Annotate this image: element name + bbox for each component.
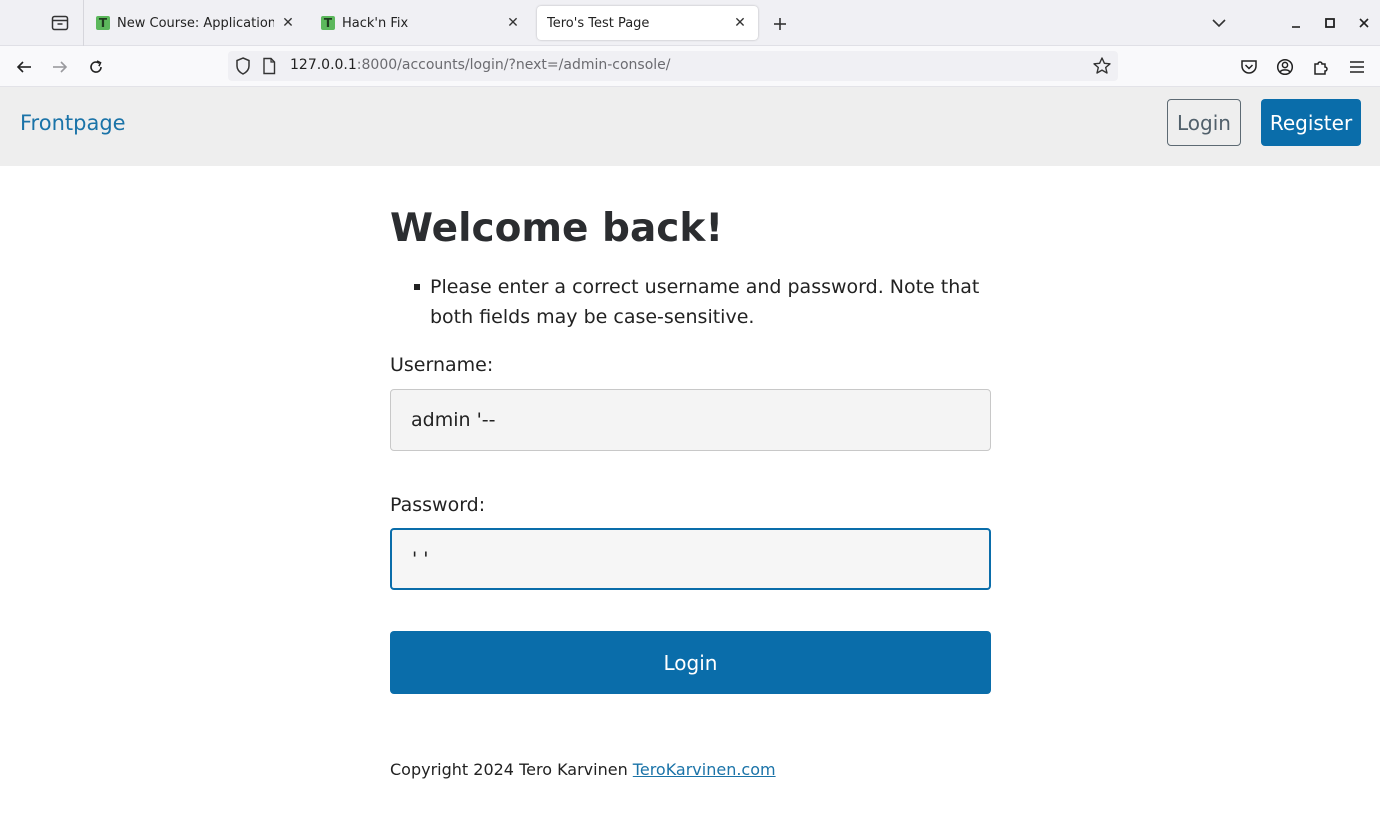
tab-title: New Course: Application H [117,15,274,31]
username-input[interactable]: admin '-- [390,389,991,451]
close-tab-icon[interactable]: ✕ [280,15,296,31]
header-register-button[interactable]: Register [1261,99,1361,146]
frontpage-link[interactable]: Frontpage [20,111,126,135]
copyright-text: Copyright 2024 Tero Karvinen [390,760,628,779]
page-title: Welcome back! [390,206,724,251]
reload-icon[interactable] [83,54,109,80]
shield-icon[interactable] [234,56,252,80]
password-input[interactable]: ' ' [390,528,991,590]
tab-list-icon[interactable] [44,10,76,36]
account-icon[interactable] [1272,54,1298,80]
url-text[interactable]: 127.0.0.1:8000/accounts/login/?next=/adm… [290,57,671,73]
close-icon[interactable] [1353,12,1375,34]
maximize-icon[interactable] [1319,12,1341,34]
plus-icon[interactable] [766,10,794,38]
tab-hackn-fix[interactable]: T Hack'n Fix ✕ [311,6,531,40]
tab-separator [83,0,84,46]
tab-favicon-icon: T [96,16,110,30]
tab-new-course[interactable]: T New Course: Application H ✕ [86,6,306,40]
minimize-icon[interactable] [1285,12,1307,34]
close-tab-icon[interactable]: ✕ [505,15,521,31]
header-login-button[interactable]: Login [1167,99,1241,146]
username-label: Username: [390,354,494,376]
error-list: Please enter a correct username and pass… [414,272,990,332]
close-tab-icon[interactable]: ✕ [732,15,748,31]
back-arrow-icon[interactable] [11,54,37,80]
page-icon[interactable] [262,57,276,79]
pocket-icon[interactable] [1236,54,1262,80]
error-message: Please enter a correct username and pass… [430,276,980,328]
login-submit-button[interactable]: Login [390,631,991,694]
address-bar[interactable]: 127.0.0.1:8000/accounts/login/?next=/adm… [228,51,1118,81]
tab-teros-test-page[interactable]: Tero's Test Page ✕ [537,6,758,40]
url-host: 127.0.0.1 [290,57,357,73]
username-value: admin '-- [411,409,496,431]
terokarvinen-link[interactable]: TeroKarvinen.com [633,760,776,779]
tab-favicon-icon: T [321,16,335,30]
bullet-icon [414,284,420,290]
url-path: :8000/accounts/login/?next=/admin-consol… [356,57,671,73]
site-header: Frontpage Login Register [0,87,1380,166]
forward-arrow-icon[interactable] [47,54,73,80]
browser-nav-bar: 127.0.0.1:8000/accounts/login/?next=/adm… [0,46,1380,87]
browser-tab-bar: T New Course: Application H ✕ T Hack'n F… [0,0,1380,46]
hamburger-menu-icon[interactable] [1344,54,1370,80]
tab-title: Hack'n Fix [342,15,409,31]
chevron-down-icon[interactable] [1208,12,1230,34]
star-icon[interactable] [1092,56,1112,80]
footer: Copyright 2024 Tero Karvinen TeroKarvine… [390,760,776,779]
extensions-icon[interactable] [1308,54,1334,80]
password-value: ' ' [412,548,429,570]
password-label: Password: [390,494,486,516]
tab-title: Tero's Test Page [547,15,650,31]
